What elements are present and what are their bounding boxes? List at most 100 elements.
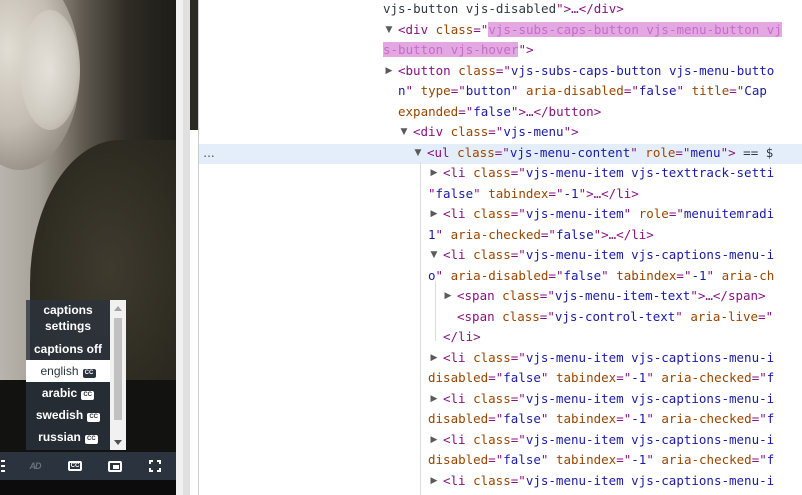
expand-triangle-icon[interactable]: ▼ [399, 122, 409, 142]
code-token: =" [450, 83, 466, 98]
code-token: =" [539, 288, 555, 303]
code-token: =" [676, 267, 692, 283]
code-token: tabindex [555, 452, 617, 467]
code-token: vjs-menu-content [509, 144, 631, 160]
dom-node-line[interactable]: vjs-button vjs-disabled">…</div> [383, 0, 624, 19]
code-token: class [450, 124, 489, 139]
video-player[interactable]: captions settings captions off english CC… [0, 0, 176, 495]
code-token: " [630, 144, 646, 160]
dom-node-line[interactable]: disabled="false" tabindex="-1" aria-chec… [428, 409, 774, 429]
code-token: class [473, 390, 511, 406]
scroll-down-arrow-icon[interactable] [110, 434, 126, 450]
code-token: aria-disabled [525, 83, 624, 98]
code-token: =" [510, 472, 526, 488]
collapse-triangle-icon[interactable]: ▶ [429, 348, 439, 368]
expand-triangle-icon[interactable]: ▼ [384, 20, 394, 40]
indent-guide [420, 162, 421, 495]
menu-item-russian[interactable]: russian CC [26, 426, 110, 448]
collapse-triangle-icon[interactable]: ▶ [443, 286, 453, 306]
dom-node-line[interactable]: "false" tabindex="-1">…</li> [428, 184, 639, 204]
indent-guide [435, 281, 436, 341]
dom-node-line[interactable]: expanded="false">…</button> [398, 102, 601, 122]
page-scrollbar[interactable] [176, 0, 190, 495]
code-token: disabled [428, 452, 489, 467]
code-token: =" [510, 206, 526, 221]
code-token: menuitemradi [683, 206, 775, 221]
code-token: =" [539, 308, 555, 324]
code-token: aria-checked [661, 411, 752, 426]
menu-item-arabic[interactable]: arabic CC [26, 382, 110, 404]
code-token: == $ [735, 144, 774, 160]
code-token: =" [616, 370, 632, 385]
audio-description-icon: AD [29, 461, 42, 471]
dom-node-line[interactable]: <span class="vjs-control-text" aria-live… [457, 307, 773, 327]
collapse-triangle-icon[interactable]: ▶ [429, 389, 439, 409]
code-token: -1 [631, 452, 647, 467]
dom-node-line[interactable]: s-button vjs-hover"> [383, 40, 534, 60]
fullscreen-button[interactable] [140, 452, 170, 480]
scroll-up-arrow-icon[interactable] [110, 300, 126, 316]
code-token: <li [443, 472, 474, 488]
expand-triangle-icon[interactable]: ▼ [413, 143, 423, 163]
dom-node-line[interactable]: o" aria-disabled="false" tabindex="-1" a… [428, 266, 774, 286]
collapse-triangle-icon[interactable]: ▶ [429, 471, 439, 491]
collapse-triangle-icon[interactable]: ▶ [384, 61, 394, 81]
dom-node-line[interactable]: <button class="vjs-subs-caps-button vjs-… [398, 61, 774, 81]
code-token: =" [548, 185, 564, 201]
dom-node-line[interactable]: <div class="vjs-subs-caps-button vjs-men… [398, 20, 782, 40]
code-token: =" [675, 144, 691, 160]
code-token: vjs-menu-item [525, 206, 624, 221]
code-token: menu [690, 144, 721, 160]
dom-node-line[interactable]: n" type="button" aria-disabled="false" t… [398, 81, 767, 101]
menu-item-label: captions settings [43, 303, 93, 333]
dom-node-line[interactable]: disabled="false" tabindex="-1" aria-chec… [428, 368, 774, 388]
captions-menu-scrollbar[interactable] [110, 300, 126, 450]
code-token: =" [751, 370, 767, 385]
dom-node-line[interactable]: disabled="false" tabindex="-1" aria-chec… [428, 450, 774, 470]
dom-node-line[interactable]: <li class="vjs-menu-item vjs-captions-me… [443, 389, 774, 409]
code-token: role [638, 206, 669, 221]
menu-item-swedish[interactable]: swedish CC [26, 404, 110, 426]
picture-in-picture-button[interactable] [100, 452, 130, 480]
subs-caps-button[interactable]: CC [60, 452, 90, 480]
node-actions-button[interactable]: ... [199, 144, 219, 164]
dom-node-line[interactable]: </li> [443, 327, 481, 347]
dom-node-line[interactable]: <div class="vjs-menu"> [413, 122, 579, 142]
menu-item-captions-off[interactable]: captions off [26, 338, 110, 360]
dom-node-line[interactable]: <span class="vjs-menu-item-text">…</span… [457, 286, 766, 306]
dom-node-line[interactable]: <li class="vjs-menu-item vjs-texttrack-s… [443, 163, 774, 183]
audio-description-button[interactable]: AD [20, 452, 50, 480]
dom-node-line[interactable]: <ul class="vjs-menu-content" role="menu"… [427, 143, 773, 163]
menu-item-english[interactable]: english CC [26, 360, 110, 382]
collapse-triangle-icon[interactable]: ▶ [429, 430, 439, 450]
code-token: <button [398, 62, 459, 78]
menu-item-captions-settings[interactable]: captions settings [26, 300, 110, 338]
code-token: =" [488, 411, 504, 426]
code-token: vjs-menu-item vjs-captions-menu-i [525, 349, 775, 365]
captions-menu[interactable]: captions settings captions off english CC… [26, 300, 126, 450]
code-token: false [503, 452, 541, 467]
dom-node-line[interactable]: <li class="vjs-menu-item vjs-captions-me… [443, 348, 774, 368]
menu-button[interactable] [0, 452, 18, 480]
code-token: ">…</li> [593, 226, 654, 242]
captions-menu-scroll-thumb[interactable] [114, 318, 122, 420]
page-scroll-thumb[interactable] [183, 0, 190, 495]
dom-node-line[interactable]: <li class="vjs-menu-item" role="menuitem… [443, 204, 774, 224]
code-token: aria-ch [721, 267, 775, 283]
code-token: class [502, 288, 540, 303]
player-bottom-edge [0, 480, 176, 495]
code-token: false [503, 411, 541, 426]
code-token: vjs-menu-item vjs-texttrack-setti [525, 165, 775, 180]
code-token: false [638, 83, 677, 98]
dom-node-line[interactable]: <li class="vjs-menu-item vjs-captions-me… [443, 245, 774, 265]
dom-node-line[interactable]: <li class="vjs-menu-item vjs-captions-me… [443, 430, 774, 450]
dom-node-line[interactable]: <li class="vjs-menu-item vjs-captions-me… [443, 471, 774, 491]
devtools-elements-panel[interactable]: ... vjs-button vjs-disabled">…</div> ▼ <di… [198, 0, 802, 495]
code-token: -1 [631, 370, 647, 385]
code-token: n [398, 83, 406, 98]
expand-triangle-icon[interactable]: ▼ [429, 245, 439, 265]
collapse-triangle-icon[interactable]: ▶ [429, 204, 439, 224]
code-token: ">…</div> [556, 1, 624, 16]
collapse-triangle-icon[interactable]: ▶ [429, 163, 439, 183]
dom-node-line[interactable]: 1" aria-checked="false">…</li> [428, 225, 654, 245]
